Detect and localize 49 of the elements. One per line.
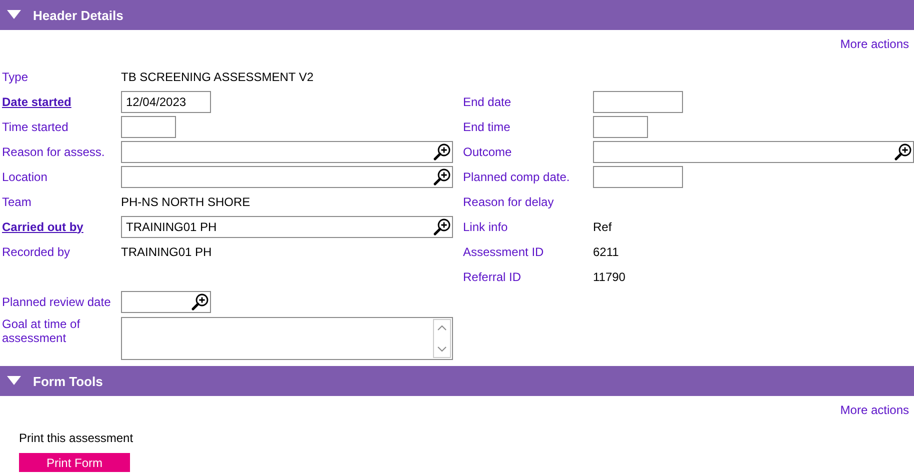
field-value: Ref	[593, 220, 612, 234]
search-icon[interactable]	[433, 218, 451, 236]
caret-down-icon[interactable]	[7, 10, 21, 20]
lookup-field[interactable]	[593, 140, 914, 162]
date-field[interactable]	[593, 90, 683, 112]
field-label: Goal at time of assessment	[1, 317, 82, 345]
field-value: TB SCREENING ASSESSMENT V2	[121, 70, 314, 84]
field-label: Referral ID	[462, 270, 522, 284]
scrollbar[interactable]	[433, 319, 451, 358]
field-label: Recorded by	[1, 244, 72, 258]
lookup-field[interactable]	[121, 166, 453, 188]
search-icon[interactable]	[433, 142, 451, 160]
section-header[interactable]: Header Details	[0, 0, 914, 30]
search-icon[interactable]	[894, 142, 912, 160]
section-header[interactable]: Form Tools	[0, 366, 914, 396]
lookup-field[interactable]	[121, 290, 211, 312]
lookup-field[interactable]	[121, 140, 453, 162]
field-label: Assessment ID	[462, 244, 545, 258]
search-icon[interactable]	[191, 292, 209, 310]
field-label: Reason for delay	[462, 194, 555, 208]
field-label: Reason for assess.	[1, 144, 106, 158]
field-value: PH-NS NORTH SHORE	[121, 194, 250, 208]
time-field[interactable]	[593, 116, 648, 138]
time-field[interactable]	[121, 116, 176, 138]
field-label: Location	[1, 170, 48, 184]
field-label: Type	[1, 70, 30, 84]
field-label: Team	[1, 194, 32, 208]
field-value: TRAINING01 PH	[121, 244, 212, 258]
field-label: End time	[462, 120, 512, 134]
field-label: Planned review date	[1, 294, 112, 308]
print-label: Print this assessment	[19, 431, 134, 445]
field-label: Planned comp date.	[462, 170, 571, 184]
print-form-button[interactable]: Print Form	[19, 453, 130, 472]
field-label: Time started	[1, 120, 70, 134]
field-label-link[interactable]: Date started	[0, 94, 121, 108]
more-actions-link[interactable]: More actions	[840, 37, 909, 60]
caret-down-icon[interactable]	[7, 376, 21, 386]
field-label: Link info	[462, 220, 509, 234]
date-field[interactable]	[593, 166, 683, 188]
field-value: 6211	[593, 244, 619, 258]
date-field[interactable]: 12/04/2023	[121, 90, 211, 112]
field-label: Outcome	[462, 144, 513, 158]
more-actions-link[interactable]: More actions	[840, 403, 909, 426]
text-area[interactable]	[121, 317, 453, 360]
lookup-field[interactable]: TRAINING01 PH	[121, 216, 453, 238]
search-icon[interactable]	[433, 168, 451, 186]
field-label-link[interactable]: Carried out by	[0, 220, 121, 234]
field-value: 11790	[593, 270, 626, 284]
field-label: End date	[462, 94, 512, 108]
